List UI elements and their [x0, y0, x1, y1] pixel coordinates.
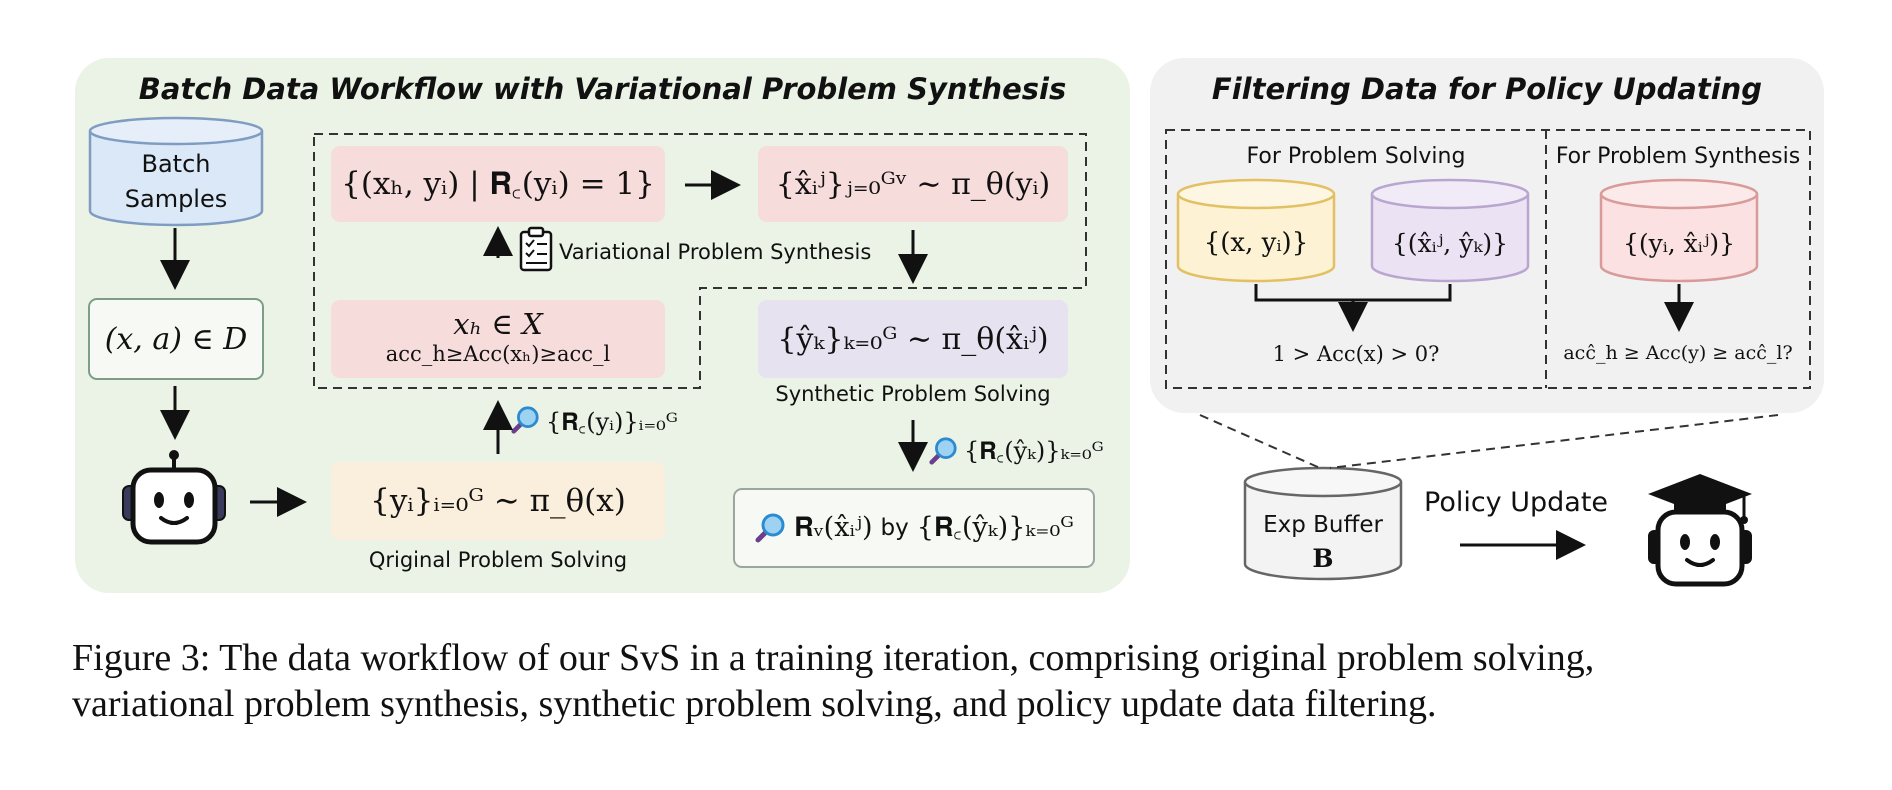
figure-caption-line2: variational problem synthesis, synthetic… [72, 683, 1437, 725]
figure-caption-line1: Figure 3: The data workflow of our SvS i… [72, 637, 1595, 679]
